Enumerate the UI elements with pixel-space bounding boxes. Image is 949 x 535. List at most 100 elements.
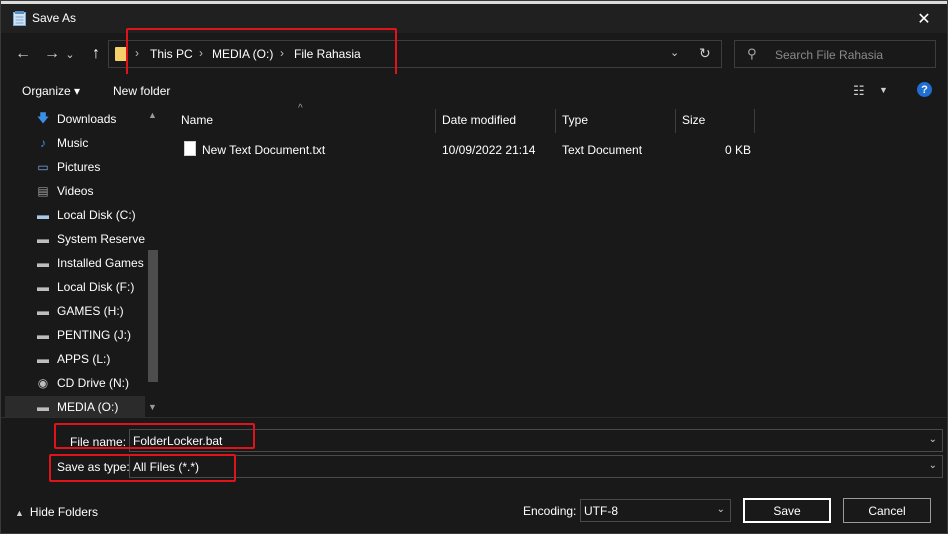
address-dropdown-icon[interactable]: ⌄ [670, 46, 679, 59]
drive-icon: ▬ [37, 232, 49, 246]
drive-icon: ▬ [37, 304, 49, 318]
breadcrumb-this-pc[interactable]: This PC [150, 47, 193, 61]
chevron-down-icon[interactable]: ⌄ [929, 460, 937, 471]
scroll-up-icon[interactable]: ▲ [148, 110, 157, 120]
sidebar-item[interactable]: ▬ MEDIA (O:) [5, 396, 149, 417]
sort-ascending-icon: ^ [298, 103, 303, 114]
search-box[interactable]: ⚲ Search File Rahasia [734, 40, 936, 68]
up-button[interactable]: ↑ [85, 43, 107, 65]
table-row[interactable]: New Text Document.txt 10/09/2022 21:14 T… [162, 139, 762, 161]
close-button[interactable]: ✕ [901, 4, 947, 33]
view-options-icon[interactable]: ☷ [853, 83, 865, 99]
forward-button[interactable]: → [41, 43, 63, 65]
chevron-down-icon: ⌄ [65, 48, 75, 61]
sidebar-item-label: Videos [57, 184, 94, 198]
hide-folders-button[interactable]: ▲ Hide Folders [15, 505, 98, 519]
search-icon: ⚲ [747, 46, 757, 61]
column-divider[interactable] [675, 109, 676, 133]
sidebar-item[interactable]: ▬ GAMES (H:) [35, 300, 145, 322]
encoding-label: Encoding: [523, 504, 577, 518]
navigation-bar: ← → ⌄ ↑ › This PC › MEDIA (O:) › File Ra… [1, 33, 947, 74]
breadcrumb-separator-icon: › [199, 46, 203, 60]
column-header-size[interactable]: Size [682, 113, 705, 127]
sidebar-item[interactable]: 🡇 Downloads [35, 108, 145, 130]
breadcrumb-media[interactable]: MEDIA (O:) [212, 47, 273, 61]
sidebar-item-label: System Reserved [57, 232, 145, 246]
back-button[interactable]: ← [12, 43, 34, 65]
drive-icon: ▬ [37, 280, 49, 294]
sidebar-item[interactable]: ♪ Music [35, 132, 145, 154]
sidebar-item[interactable]: ▭ Pictures [35, 156, 145, 178]
sidebar-item[interactable]: ▬ System Reserved [35, 228, 145, 250]
sidebar-item[interactable]: ▬ Local Disk (F:) [35, 276, 145, 298]
column-header-name[interactable]: Name [181, 113, 213, 127]
windows-drive-icon: ▬ [37, 208, 49, 222]
sidebar-item[interactable]: ▬ APPS (L:) [35, 348, 145, 370]
cancel-button[interactable]: Cancel [843, 498, 931, 523]
file-size: 0 KB [725, 143, 752, 157]
recent-locations-button[interactable]: ⌄ [63, 43, 77, 65]
cd-drive-icon: ◉ [37, 376, 49, 390]
chevron-down-icon[interactable]: ⌄ [717, 504, 725, 515]
breadcrumb-file-rahasia[interactable]: File Rahasia [294, 47, 361, 61]
help-icon[interactable]: ? [917, 82, 932, 97]
address-bar[interactable]: › This PC › MEDIA (O:) › File Rahasia ⌄ … [108, 40, 722, 68]
sidebar-item[interactable]: ▬ Installed Games [35, 252, 145, 274]
close-icon: ✕ [917, 10, 931, 28]
column-divider[interactable] [555, 109, 556, 133]
chevron-up-icon: ▲ [15, 508, 24, 518]
scroll-thumb[interactable] [148, 250, 158, 382]
breadcrumb-separator-icon: › [135, 46, 139, 60]
file-name: New Text Document.txt [202, 143, 326, 157]
column-header-type[interactable]: Type [562, 113, 588, 127]
sidebar-item-label: GAMES (H:) [57, 304, 124, 318]
sidebar-item-label: CD Drive (N:) [57, 376, 129, 390]
sidebar-item-label: Pictures [57, 160, 101, 174]
drive-icon: ▬ [37, 256, 49, 270]
pictures-icon: ▭ [37, 160, 49, 174]
window-title: Save As [32, 11, 77, 25]
scroll-down-icon[interactable]: ▼ [148, 402, 157, 412]
file-type: Text Document [562, 143, 643, 157]
search-placeholder: Search File Rahasia [775, 48, 884, 62]
chevron-down-icon[interactable]: ⌄ [929, 434, 937, 445]
refresh-icon[interactable]: ↻ [699, 45, 711, 62]
save-type-value: All Files (*.*) [133, 460, 200, 474]
save-type-select[interactable]: All Files (*.*) ⌄ [129, 455, 943, 478]
save-button[interactable]: Save [743, 498, 831, 523]
encoding-select[interactable]: UTF-8 ⌄ [580, 499, 731, 522]
sidebar-item-label: Downloads [57, 112, 117, 126]
up-arrow-icon: ↑ [92, 45, 100, 62]
sidebar-scrollbar[interactable]: ▲ ▼ [145, 107, 161, 417]
videos-icon: ▤ [37, 184, 49, 198]
file-date: 10/09/2022 21:14 [442, 143, 536, 157]
sidebar-item[interactable]: ◉ CD Drive (N:) [35, 372, 145, 394]
column-divider[interactable] [754, 109, 755, 133]
sidebar-item-label: APPS (L:) [57, 352, 111, 366]
new-folder-button[interactable]: New folder [113, 84, 170, 98]
sidebar-item[interactable]: ▬ PENTING (J:) [35, 324, 145, 346]
hide-folders-label: Hide Folders [29, 505, 98, 519]
navigation-pane: 🡇 Downloads ♪ Music ▭ Pictures ▤ Videos ▬ Local D… [1, 107, 161, 417]
sidebar-item-label: PENTING (J:) [57, 328, 131, 342]
title-bar: Save As ✕ [1, 4, 947, 33]
organize-menu[interactable]: Organize ▾ [22, 84, 80, 98]
sidebar-item-label: Music [57, 136, 89, 150]
save-panel: File name: FolderLocker.bat ⌄ Save as ty… [1, 417, 947, 533]
breadcrumb-separator-icon: › [280, 46, 284, 60]
folder-icon [115, 47, 128, 61]
column-header-date[interactable]: Date modified [442, 113, 516, 127]
command-toolbar: Organize ▾ New folder ☷ ▼ ? [1, 74, 947, 107]
sidebar-item[interactable]: ▬ Local Disk (C:) [35, 204, 145, 226]
sidebar-item-label: MEDIA (O:) [57, 400, 119, 414]
drive-icon: ▬ [37, 400, 49, 414]
sidebar-item-label: Local Disk (F:) [57, 280, 135, 294]
sidebar-item[interactable]: ▤ Videos [35, 180, 145, 202]
save-type-label: Save as type: [57, 460, 130, 474]
column-divider[interactable] [435, 109, 436, 133]
view-dropdown-icon[interactable]: ▼ [879, 85, 888, 95]
file-name-input[interactable]: FolderLocker.bat ⌄ [129, 429, 943, 452]
file-name-value: FolderLocker.bat [133, 434, 223, 448]
text-file-icon [184, 141, 196, 156]
download-arrow-icon: 🡇 [36, 110, 50, 125]
